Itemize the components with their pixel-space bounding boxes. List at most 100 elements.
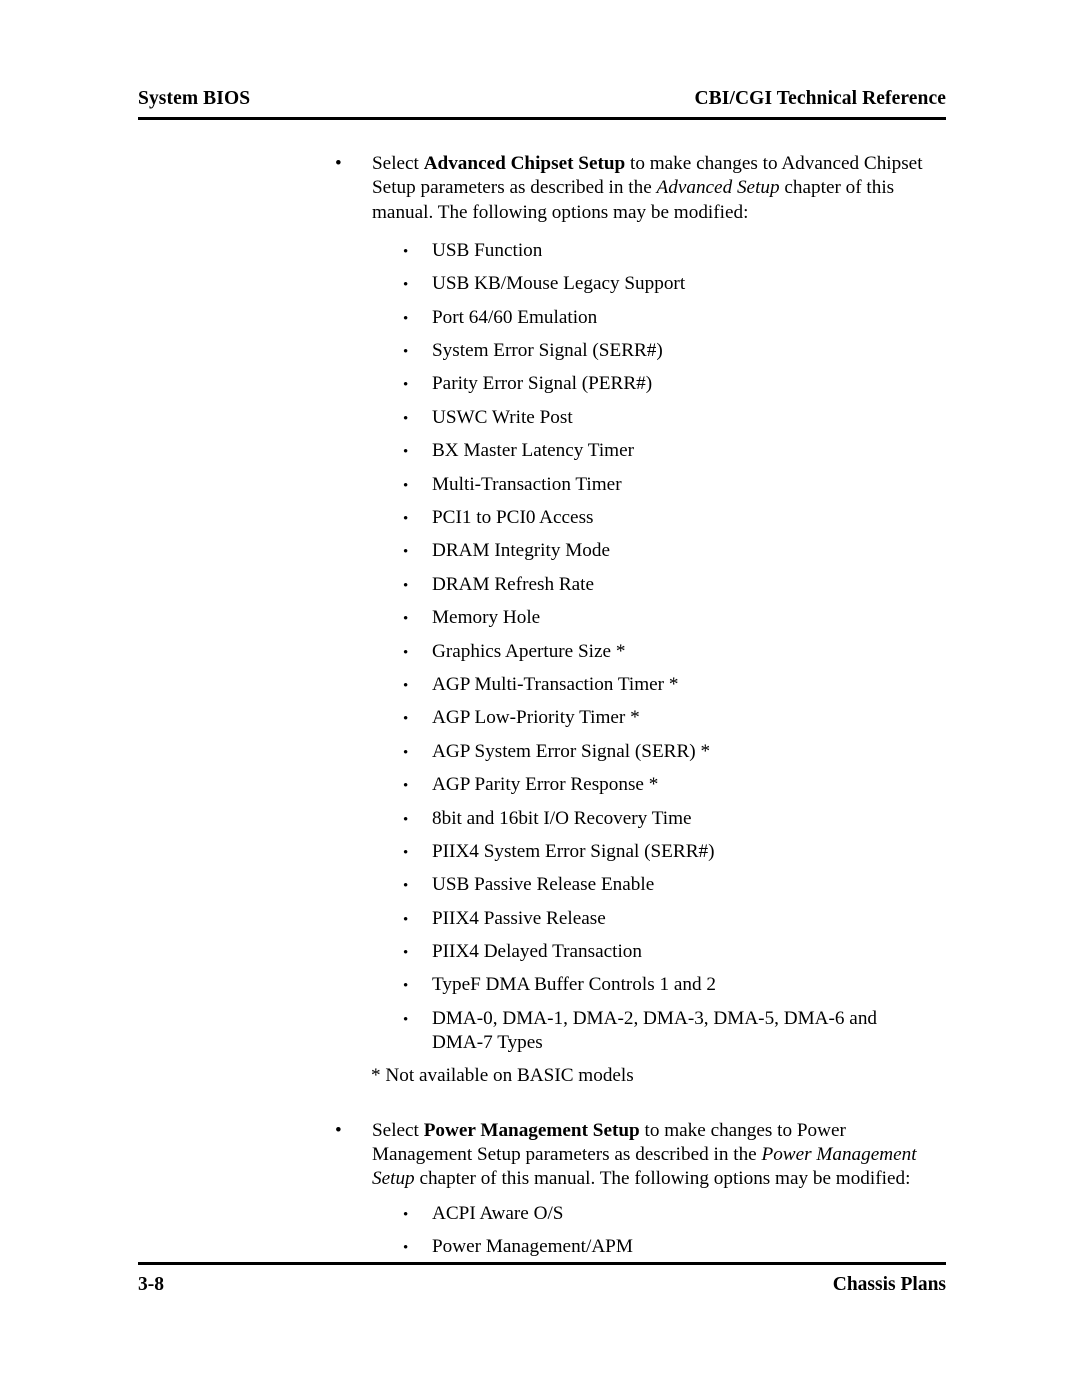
- bullet-icon: •: [403, 677, 409, 694]
- list-item: • System Error Signal (SERR#): [0, 339, 1080, 372]
- bullet-icon: •: [403, 1239, 409, 1256]
- bullet-icon: •: [403, 410, 409, 427]
- list-item-label: Memory Hole: [432, 607, 541, 629]
- list-item-label: USB KB/Mouse Legacy Support: [432, 273, 686, 295]
- bullet-icon: •: [403, 310, 409, 327]
- page-footer: 3-8 Chassis Plans: [138, 1274, 946, 1296]
- bullet-icon: •: [403, 744, 409, 761]
- bullet-icon: •: [403, 444, 409, 461]
- list-item: • Parity Error Signal (PERR#): [0, 372, 1080, 405]
- bullet-icon: •: [403, 1011, 409, 1028]
- bullet-icon: •: [403, 511, 409, 528]
- list-item-label: AGP Low-Priority Timer *: [432, 707, 640, 729]
- list-item-label: Graphics Aperture Size *: [432, 640, 626, 662]
- list-item: • USB Passive Release Enable: [0, 873, 1080, 906]
- list-item-label: USWC Write Post: [432, 406, 573, 428]
- bullet-icon: •: [403, 277, 409, 294]
- list-item-label: PCI1 to PCI0 Access: [432, 507, 594, 529]
- list-item-label: BX Master Latency Timer: [432, 440, 634, 462]
- power-management-setup-paragraph: • Select Power Management Setup to make c…: [0, 1119, 1080, 1192]
- header-left-text: System BIOS: [138, 88, 251, 109]
- bullet-icon: •: [403, 243, 409, 260]
- list-item-label: USB Passive Release Enable: [432, 874, 655, 896]
- list-item-label: TypeF DMA Buffer Controls 1 and 2: [432, 974, 716, 996]
- list-item-label: AGP Parity Error Response *: [432, 774, 659, 796]
- list-item: • Multi-Transaction Timer: [0, 473, 1080, 506]
- page-header: System BIOS CBI/CGI Technical Reference: [138, 88, 946, 110]
- list-item-label: PIIX4 System Error Signal (SERR#): [432, 840, 715, 862]
- paragraph-lead: Select: [372, 1119, 424, 1141]
- list-item-label: Port 64/60 Emulation: [432, 306, 598, 328]
- list-item: • DMA-0, DMA-1, DMA-2, DMA-3, DMA-5, DMA-…: [0, 1007, 1080, 1065]
- list-item: • 8bit and 16bit I/O Recovery Time: [0, 807, 1080, 840]
- list-item: • AGP System Error Signal (SERR) *: [0, 740, 1080, 773]
- list-item: • USB Function: [0, 239, 1080, 272]
- basic-models-footnote: * Not available on BASIC models: [371, 1065, 634, 1087]
- footer-rule: [138, 1262, 946, 1265]
- list-item: • AGP Multi-Transaction Timer *: [0, 673, 1080, 706]
- list-item-label: DMA-0, DMA-1, DMA-2, DMA-3, DMA-5, DMA-6…: [432, 1007, 878, 1054]
- list-item: • AGP Parity Error Response *: [0, 773, 1080, 806]
- bullet-icon: •: [403, 778, 409, 795]
- list-item: • TypeF DMA Buffer Controls 1 and 2: [0, 973, 1080, 1006]
- paragraph-bold-term: Advanced Chipset Setup: [423, 153, 626, 174]
- bullet-icon: •: [403, 811, 409, 828]
- bullet-icon: •: [403, 1206, 409, 1223]
- list-item: • PIIX4 Passive Release: [0, 907, 1080, 940]
- list-item: • USB KB/Mouse Legacy Support: [0, 272, 1080, 305]
- list-item: • DRAM Integrity Mode: [0, 539, 1080, 572]
- list-item-label: System Error Signal (SERR#): [432, 340, 663, 362]
- paragraph-lead: Select: [372, 153, 424, 174]
- advanced-chipset-options-list: • USB Function • USB KB/Mouse Legacy Suppo…: [0, 239, 1080, 1064]
- bullet-icon: •: [403, 377, 409, 394]
- header-rule: [138, 117, 946, 120]
- list-item: • DRAM Refresh Rate: [0, 573, 1080, 606]
- paragraph-bold-term: Power Management Setup: [423, 1119, 640, 1141]
- bullet-icon: •: [403, 344, 409, 361]
- list-item-label: DRAM Integrity Mode: [432, 540, 610, 562]
- list-item: • ACPI Aware O/S: [0, 1202, 1080, 1235]
- list-item-label: AGP System Error Signal (SERR) *: [432, 740, 711, 762]
- list-item: • Port 64/60 Emulation: [0, 306, 1080, 339]
- power-management-options-list: • ACPI Aware O/S • Power Management/APM: [0, 1202, 1080, 1269]
- bullet-icon: •: [403, 878, 409, 895]
- list-item: • Memory Hole: [0, 606, 1080, 639]
- list-item: • PIIX4 System Error Signal (SERR#): [0, 840, 1080, 873]
- list-item-label: DRAM Refresh Rate: [432, 573, 594, 595]
- bullet-icon: •: [403, 711, 409, 728]
- paragraph-tail: chapter of this manual. The following op…: [414, 1168, 911, 1190]
- bullet-icon: •: [403, 945, 409, 962]
- footer-right-text: Chassis Plans: [832, 1274, 946, 1295]
- list-item-label: Parity Error Signal (PERR#): [432, 373, 653, 395]
- advanced-chipset-setup-paragraph: • Select Advanced Chipset Setup to make c…: [0, 152, 1080, 225]
- list-item: • PIIX4 Delayed Transaction: [0, 940, 1080, 973]
- bullet-icon: •: [403, 477, 409, 494]
- list-item: • PCI1 to PCI0 Access: [0, 506, 1080, 539]
- bullet-icon: •: [335, 1119, 342, 1141]
- list-item-label: Multi-Transaction Timer: [432, 473, 622, 495]
- list-item-label: Power Management/APM: [432, 1235, 633, 1257]
- list-item-label: PIIX4 Passive Release: [432, 907, 606, 929]
- document-page: System BIOS CBI/CGI Technical Reference …: [0, 0, 1080, 1397]
- list-item: • Graphics Aperture Size *: [0, 640, 1080, 673]
- list-item: • USWC Write Post: [0, 406, 1080, 439]
- bullet-icon: •: [403, 978, 409, 995]
- bullet-icon: •: [403, 644, 409, 661]
- list-item-label: PIIX4 Delayed Transaction: [432, 941, 642, 963]
- list-item-label: ACPI Aware O/S: [432, 1202, 564, 1224]
- list-item: • AGP Low-Priority Timer *: [0, 706, 1080, 739]
- list-item-label: 8bit and 16bit I/O Recovery Time: [432, 807, 692, 829]
- bullet-icon: •: [403, 544, 409, 561]
- page-body: • Select Advanced Chipset Setup to make c…: [0, 152, 1080, 1268]
- list-item-label: AGP Multi-Transaction Timer *: [432, 673, 679, 695]
- bullet-icon: •: [403, 911, 409, 928]
- paragraph-italic-term: Advanced Setup: [656, 177, 780, 199]
- list-item-label: USB Function: [432, 239, 543, 261]
- bullet-icon: •: [403, 611, 409, 628]
- header-right-text: CBI/CGI Technical Reference: [694, 88, 946, 109]
- bullet-icon: •: [403, 844, 409, 861]
- list-item: • BX Master Latency Timer: [0, 439, 1080, 472]
- bullet-icon: •: [403, 577, 409, 594]
- page-number: 3-8: [138, 1274, 164, 1295]
- bullet-icon: •: [335, 153, 342, 174]
